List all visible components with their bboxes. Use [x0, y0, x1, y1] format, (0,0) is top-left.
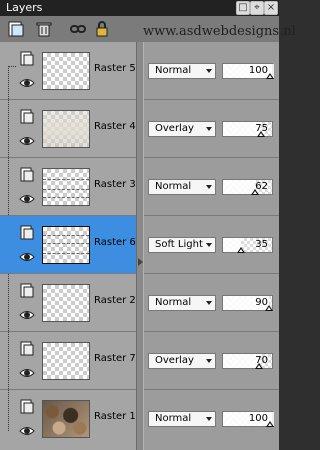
delete-icon[interactable]	[34, 19, 54, 39]
opacity-slider[interactable]: 75	[222, 121, 273, 137]
blend-mode-select[interactable]: Soft Light	[148, 237, 216, 253]
opacity-slider[interactable]: 90	[222, 295, 273, 311]
layer-name[interactable]: Raster 2	[94, 295, 136, 306]
visibility-eye-icon[interactable]	[18, 74, 36, 92]
layer-name[interactable]: Raster 4	[94, 121, 136, 132]
link-icon[interactable]	[68, 19, 88, 39]
layer-thumbnail	[42, 110, 90, 148]
watermark: www.asdwebdesigns.nl	[143, 24, 296, 39]
opacity-slider[interactable]: 100	[222, 63, 274, 79]
chevron-down-icon	[206, 185, 212, 189]
chevron-down-icon	[206, 127, 212, 131]
layer-thumbnail	[42, 226, 90, 264]
layer-name[interactable]: Raster 7	[94, 353, 136, 364]
layer-name[interactable]: Raster 5	[94, 63, 136, 74]
visibility-eye-icon[interactable]	[18, 306, 36, 324]
layer-thumbnail	[42, 284, 90, 322]
raster-layer-icon	[18, 224, 36, 242]
opacity-slider[interactable]: 35	[222, 237, 273, 253]
visibility-eye-icon[interactable]	[18, 422, 36, 440]
layer-thumbnail	[42, 52, 90, 90]
opacity-marker-icon[interactable]	[236, 247, 245, 253]
raster-layer-icon	[18, 108, 36, 126]
layer-thumbnail	[42, 342, 90, 380]
opacity-marker-icon[interactable]	[266, 421, 274, 427]
visibility-eye-icon[interactable]	[18, 132, 36, 150]
raster-layer-icon	[18, 398, 36, 416]
blend-mode-select[interactable]: Normal	[148, 411, 216, 427]
layers-toolbar: www.asdwebdesigns.nl	[0, 16, 296, 42]
restore-icon[interactable]: □	[236, 1, 250, 15]
opacity-marker-icon[interactable]	[266, 73, 274, 79]
opacity-marker-icon[interactable]	[257, 131, 266, 137]
raster-layer-icon	[18, 50, 36, 68]
pin-icon[interactable]: ⌖	[250, 1, 264, 15]
layers-list: Raster 5 Normal 100 Raster 4 Overlay 75 …	[0, 42, 279, 450]
opacity-slider[interactable]: 100	[222, 411, 274, 427]
window-title: Layers	[6, 1, 43, 14]
blend-mode-select[interactable]: Normal	[148, 179, 216, 195]
visibility-eye-icon[interactable]	[18, 190, 36, 208]
layer-thumbnail	[42, 400, 90, 438]
layer-name[interactable]: Raster 1	[94, 411, 136, 422]
title-bar: Layers □ ⌖ ×	[0, 0, 279, 16]
chevron-down-icon	[206, 359, 212, 363]
close-icon[interactable]: ×	[264, 1, 278, 15]
blend-mode-select[interactable]: Overlay	[148, 121, 216, 137]
chevron-down-icon	[206, 69, 212, 73]
chevron-down-icon	[206, 301, 212, 305]
panel-splitter[interactable]	[136, 42, 144, 450]
visibility-eye-icon[interactable]	[18, 248, 36, 266]
blend-mode-select[interactable]: Overlay	[148, 353, 216, 369]
visibility-eye-icon[interactable]	[18, 364, 36, 382]
lock-icon[interactable]	[92, 19, 112, 39]
layer-name[interactable]: Raster 6	[94, 237, 136, 248]
chevron-down-icon	[206, 243, 212, 247]
opacity-slider[interactable]: 70	[222, 353, 273, 369]
blend-mode-select[interactable]: Normal	[148, 63, 216, 79]
new-layer-icon[interactable]	[6, 19, 26, 39]
opacity-marker-icon[interactable]	[254, 363, 263, 369]
layer-name[interactable]: Raster 3	[94, 179, 136, 190]
opacity-slider[interactable]: 62	[222, 179, 273, 195]
raster-layer-icon	[18, 340, 36, 358]
opacity-marker-icon[interactable]	[250, 189, 259, 195]
raster-layer-icon	[18, 166, 36, 184]
chevron-right-icon[interactable]	[138, 258, 143, 266]
layer-thumbnail	[42, 168, 90, 206]
opacity-marker-icon[interactable]	[264, 305, 273, 311]
raster-layer-icon	[18, 282, 36, 300]
blend-mode-select[interactable]: Normal	[148, 295, 216, 311]
chevron-down-icon	[206, 417, 212, 421]
